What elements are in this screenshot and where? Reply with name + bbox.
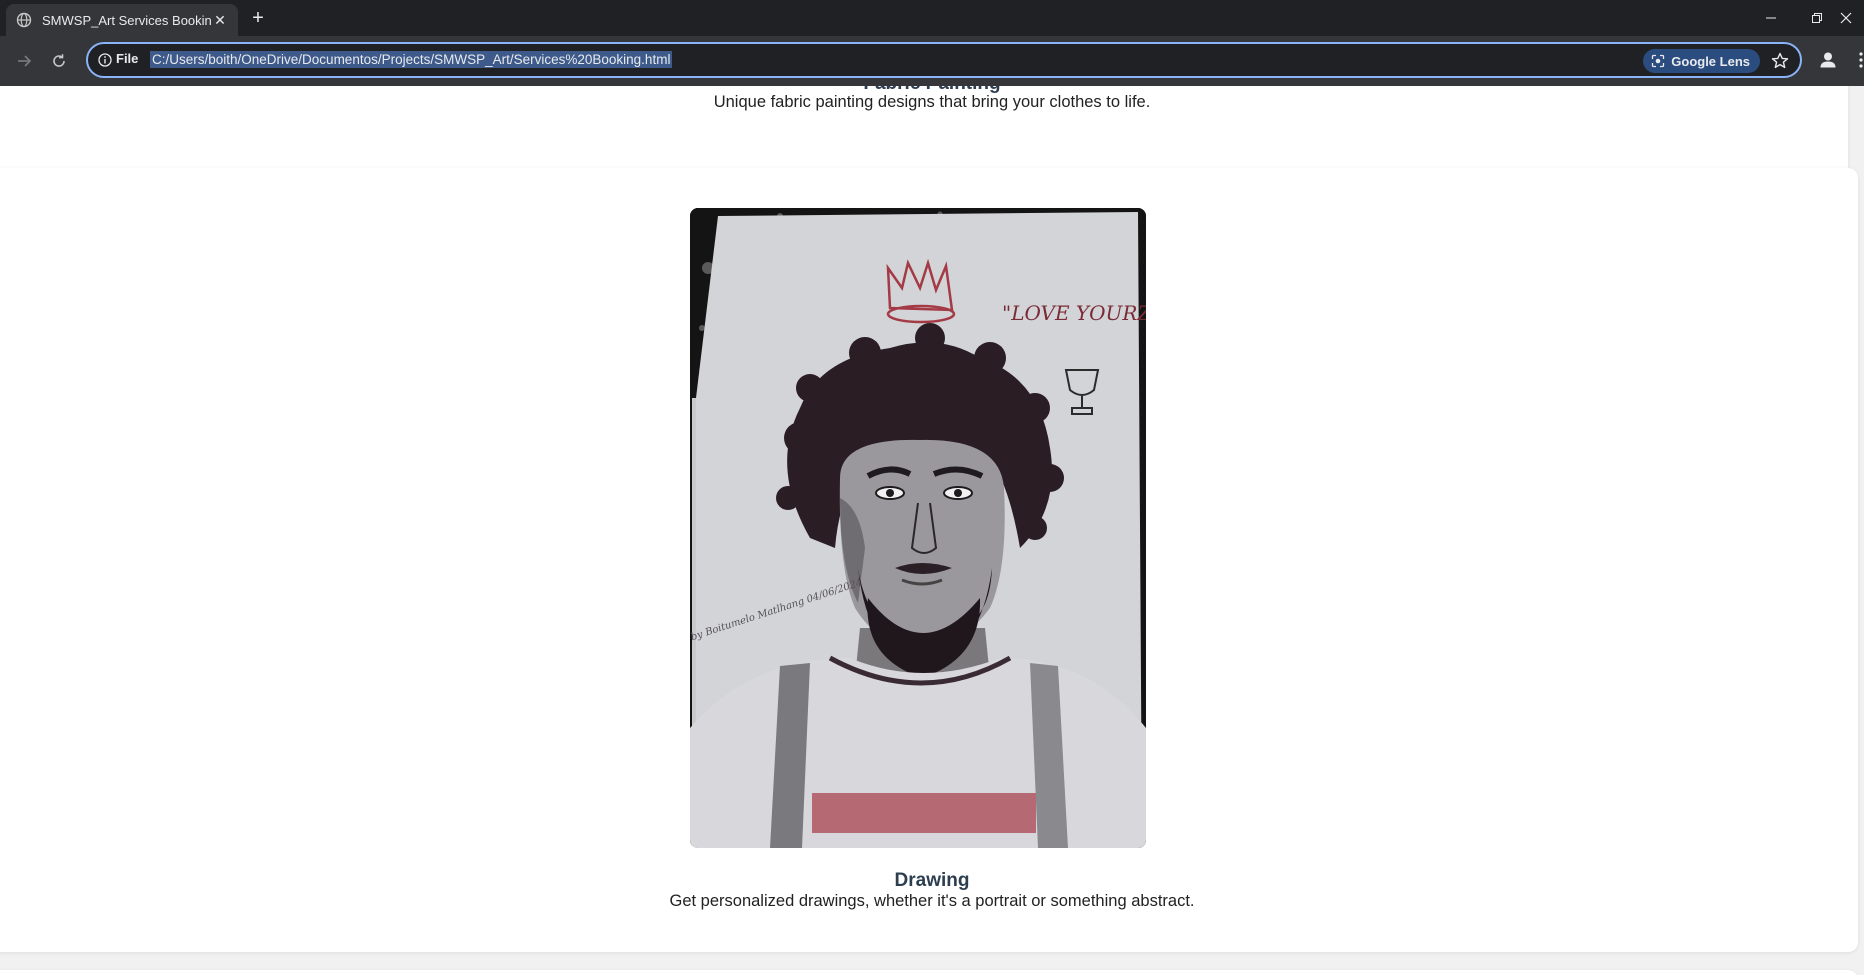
close-window-button[interactable] xyxy=(1840,0,1864,36)
profile-icon[interactable] xyxy=(1817,49,1839,71)
close-tab-icon[interactable]: ✕ xyxy=(212,12,228,28)
forward-button[interactable] xyxy=(12,49,36,73)
new-tab-button[interactable]: + xyxy=(246,7,270,31)
globe-icon xyxy=(16,12,32,28)
arrow-right-icon xyxy=(18,55,32,67)
google-lens-button[interactable]: Google Lens xyxy=(1643,49,1760,73)
menu-kebab-icon[interactable] xyxy=(1858,50,1864,70)
tab-title: SMWSP_Art Services Booking xyxy=(42,12,212,28)
service-title: Drawing xyxy=(894,870,970,891)
page-scrollbar[interactable] xyxy=(1856,86,1864,975)
reload-icon xyxy=(53,54,65,67)
reload-button[interactable] xyxy=(47,49,71,73)
minimize-button[interactable] xyxy=(1748,0,1794,36)
portrait-artwork: "LOVE YOURZ" by Boitumelo Matlhang 04/06… xyxy=(690,208,1146,848)
service-description: Get personalized drawings, whether it's … xyxy=(669,892,1195,910)
url-text[interactable]: C:/Users/boith/OneDrive/Documentos/Proje… xyxy=(150,51,673,68)
page-viewport: Fabric Painting Unique fabric painting d… xyxy=(0,86,1864,975)
restore-button[interactable] xyxy=(1794,0,1840,36)
file-scheme-label: File xyxy=(116,51,139,66)
minimize-icon xyxy=(1766,17,1776,19)
browser-toolbar: File C:/Users/boith/OneDrive/Documentos/… xyxy=(0,36,1864,86)
tab-strip: SMWSP_Art Services Booking ✕ + xyxy=(0,0,1864,36)
address-bar[interactable]: File C:/Users/boith/OneDrive/Documentos/… xyxy=(86,42,1802,78)
artwork-caption: "LOVE YOURZ" xyxy=(1002,301,1146,325)
restore-icon xyxy=(1812,13,1822,23)
browser-tab[interactable]: SMWSP_Art Services Booking ✕ xyxy=(6,4,238,36)
drawing-image: "LOVE YOURZ" by Boitumelo Matlhang 04/06… xyxy=(690,208,1146,848)
google-lens-label: Google Lens xyxy=(1671,53,1750,69)
info-icon[interactable] xyxy=(98,53,112,67)
bookmark-star-icon[interactable] xyxy=(1770,51,1790,71)
lens-icon xyxy=(1652,54,1665,68)
service-card-next xyxy=(0,970,1858,975)
service-description: Unique fabric painting designs that brin… xyxy=(713,93,1151,111)
close-window-icon xyxy=(1840,12,1852,24)
